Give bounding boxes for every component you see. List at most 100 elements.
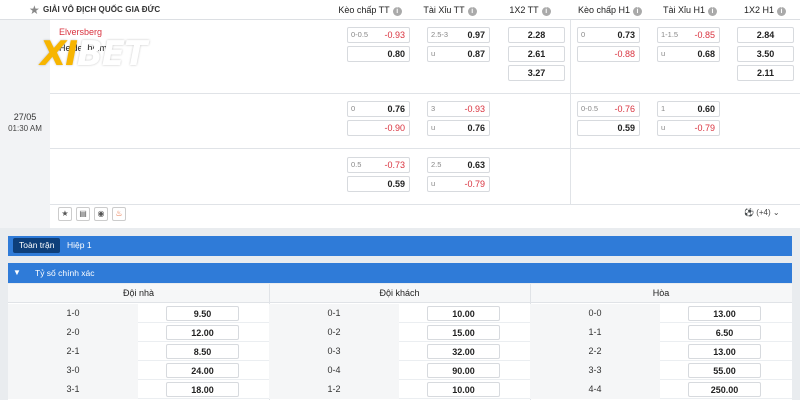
info-icon[interactable]: i	[708, 7, 718, 16]
stats-icon[interactable]: ▤	[76, 207, 90, 221]
odds-cell[interactable]: 2.11	[737, 65, 794, 81]
odds-cell[interactable]: 0.59	[577, 120, 640, 136]
ball-icon: ⚽	[744, 208, 754, 217]
score-odds-button[interactable]: 13.00	[688, 344, 761, 359]
info-icon[interactable]: i	[392, 7, 402, 16]
xibet-logo: XIBET	[40, 34, 147, 74]
table-row: 1-2 10.00	[269, 380, 530, 399]
score-label: 2-2	[530, 342, 660, 361]
score-odds-button[interactable]: 9.50	[166, 306, 239, 321]
score-odds-button[interactable]: 55.00	[688, 363, 761, 378]
row-divider	[50, 204, 800, 205]
score-label: 3-1	[8, 380, 138, 399]
table-row: 0-4 90.00	[269, 361, 530, 380]
score-label: 3-0	[8, 361, 138, 380]
odds-cell[interactable]: u -0.79	[427, 176, 490, 192]
col-header-kc-tt: Kèo chấp TT i	[330, 0, 410, 20]
table-row: 1-0 9.50	[8, 304, 269, 323]
star-icon[interactable]: ★	[29, 3, 40, 17]
odds-cell[interactable]: 2.28	[508, 27, 565, 43]
odds-cell[interactable]: 0.80	[347, 46, 410, 62]
table-row: 3-0 24.00	[8, 361, 269, 380]
score-odds-button[interactable]: 32.00	[427, 344, 500, 359]
score-odds-button[interactable]: 18.00	[166, 382, 239, 397]
score-label: 1-1	[530, 323, 660, 342]
odds-cell[interactable]: u -0.79	[657, 120, 720, 136]
score-odds-button[interactable]: 8.50	[166, 344, 239, 359]
score-label: 4-4	[530, 380, 660, 399]
table-row: 0-1 10.00	[269, 304, 530, 323]
odds-cell[interactable]: 1-1.5 -0.85	[657, 27, 720, 43]
table-row: 0-0 13.00	[530, 304, 791, 323]
table-row: 2-2 13.00	[530, 342, 791, 361]
score-odds-button[interactable]: 6.50	[688, 325, 761, 340]
odds-cell[interactable]: 2.5 0.63	[427, 157, 490, 173]
odds-cell[interactable]: 0-0.5 -0.76	[577, 101, 640, 117]
score-label: 1-0	[8, 304, 138, 323]
odds-cell[interactable]: -0.88	[577, 46, 640, 62]
score-label: 0-4	[269, 361, 399, 380]
row-divider	[50, 148, 800, 149]
table-row: 2-0 12.00	[8, 323, 269, 342]
score-label: 0-3	[269, 342, 399, 361]
score-label: 0-0	[530, 304, 660, 323]
table-row: 0-3 32.00	[269, 342, 530, 361]
col-header-tx-tt: Tài Xỉu TT i	[410, 0, 490, 20]
col-header-tx-h1: Tài Xỉu H1 i	[650, 0, 730, 20]
tab-first-half[interactable]: Hiệp 1	[67, 238, 92, 253]
score-odds-button[interactable]: 13.00	[688, 306, 761, 321]
score-odds-button[interactable]: 15.00	[427, 325, 500, 340]
score-label: 0-2	[269, 323, 399, 342]
col-header-away: Đội khách	[269, 284, 530, 303]
section-header[interactable]: ▼ Tỷ số chính xác	[8, 263, 792, 283]
col-header-draw: Hòa	[530, 284, 792, 303]
table-row: 2-1 8.50	[8, 342, 269, 361]
odds-cell[interactable]: 2.5-3 0.97	[427, 27, 490, 43]
table-row: 4-4 250.00	[530, 380, 791, 399]
match-date: 27/05	[13, 112, 37, 122]
info-icon[interactable]: i	[777, 7, 787, 16]
col-header-home: Đội nhà	[8, 284, 269, 303]
odds-cell[interactable]: 3.27	[508, 65, 565, 81]
row-divider	[50, 93, 800, 94]
col-header-1x2-h1: 1X2 H1 i	[730, 0, 800, 20]
odds-cell[interactable]: 0 0.76	[347, 101, 410, 117]
odds-cell[interactable]: 0-0.5 -0.93	[347, 27, 410, 43]
column-divider	[570, 20, 571, 204]
odds-cell[interactable]: u 0.76	[427, 120, 490, 136]
score-label: 1-2	[269, 380, 399, 399]
score-odds-button[interactable]: 250.00	[688, 382, 761, 397]
odds-cell[interactable]: 1 0.60	[657, 101, 720, 117]
score-label: 2-0	[8, 323, 138, 342]
odds-cell[interactable]: u 0.87	[427, 46, 490, 62]
info-icon[interactable]: i	[633, 7, 643, 16]
fire-icon[interactable]: ♨	[112, 207, 126, 221]
odds-cell[interactable]: 3.50	[737, 46, 794, 62]
chevron-down-icon: ⌄	[772, 208, 780, 217]
odds-cell[interactable]: -0.90	[347, 120, 410, 136]
period-tabs: Toàn trận Hiệp 1	[8, 236, 792, 256]
score-odds-button[interactable]: 24.00	[166, 363, 239, 378]
odds-cell[interactable]: 2.84	[737, 27, 794, 43]
odds-cell[interactable]: 2.61	[508, 46, 565, 62]
eye-icon[interactable]: ◉	[94, 207, 108, 221]
chevron-down-icon: ▼	[13, 268, 21, 277]
info-icon[interactable]: i	[467, 7, 477, 16]
odds-cell[interactable]: 0 0.73	[577, 27, 640, 43]
info-icon[interactable]: i	[541, 7, 551, 16]
table-row: 3-1 18.00	[8, 380, 269, 399]
tab-full-match[interactable]: Toàn trận	[13, 238, 61, 253]
score-odds-button[interactable]: 90.00	[427, 363, 500, 378]
odds-cell[interactable]: 3 -0.93	[427, 101, 490, 117]
table-row: 1-1 6.50	[530, 323, 791, 342]
star-icon[interactable]: ★	[58, 207, 72, 221]
league-title: GIẢI VÔ ĐỊCH QUỐC GIA ĐỨC	[43, 5, 161, 14]
odds-cell[interactable]: u 0.68	[657, 46, 720, 62]
odds-cell[interactable]: 0.59	[347, 176, 410, 192]
more-markets[interactable]: ⚽ (+4) ⌄	[744, 208, 780, 217]
section-title: Tỷ số chính xác	[35, 268, 95, 278]
score-odds-button[interactable]: 10.00	[427, 382, 500, 397]
score-odds-button[interactable]: 10.00	[427, 306, 500, 321]
score-odds-button[interactable]: 12.00	[166, 325, 239, 340]
odds-cell[interactable]: 0.5 -0.73	[347, 157, 410, 173]
